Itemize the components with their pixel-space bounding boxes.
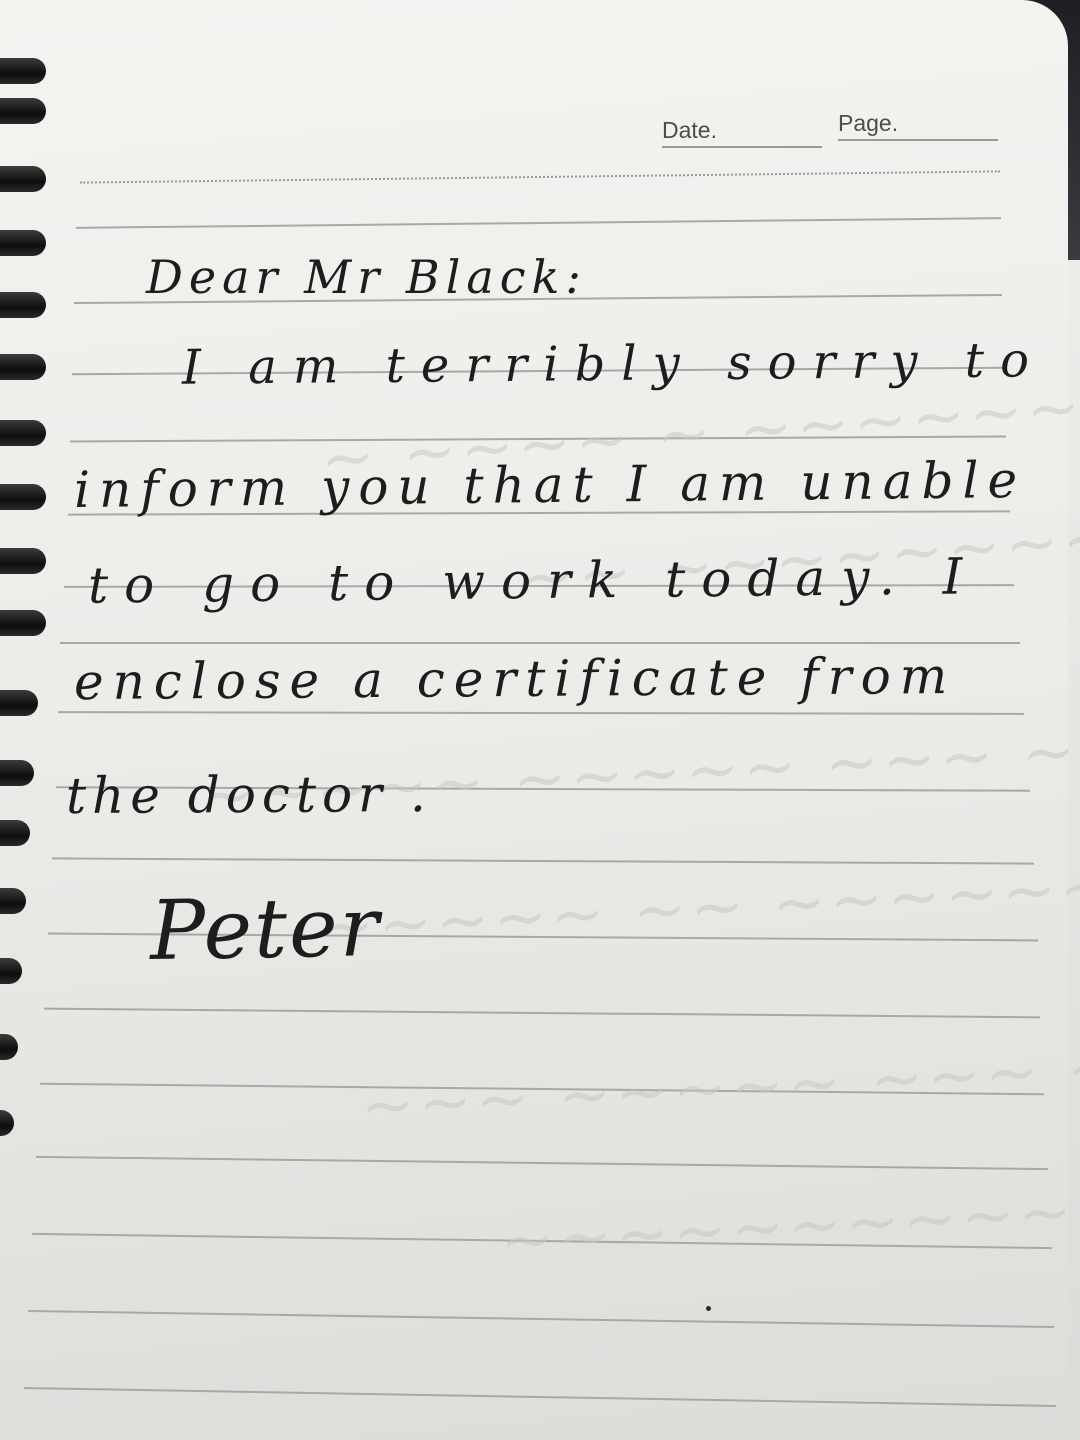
ruled-line — [44, 1007, 1040, 1019]
spiral-ring — [0, 888, 26, 914]
letter-line-1: I am terribly sorry to — [181, 332, 1046, 396]
spiral-ring — [0, 420, 46, 446]
ruled-line — [60, 642, 1020, 644]
page-label: Page. — [838, 110, 899, 136]
show-through-ink: ~~~ ~~~~~ ~~~ ~~~~~~~~ — [358, 1009, 1080, 1145]
spiral-ring — [0, 292, 46, 318]
spiral-ring — [0, 820, 30, 846]
spiral-ring — [0, 760, 34, 786]
spiral-ring — [0, 58, 46, 84]
spiral-ring — [0, 166, 46, 192]
date-label: Date. — [662, 117, 717, 143]
ruled-line — [28, 1309, 1054, 1329]
show-through-ink: ~~~~~~~~~~ — [498, 1174, 1078, 1280]
spiral-ring — [0, 548, 46, 574]
spiral-ring — [0, 98, 46, 124]
spiral-ring — [0, 484, 46, 510]
ruled-line — [36, 1155, 1048, 1171]
letter-line-4: enclose a certificate from — [73, 646, 957, 712]
spiral-ring — [0, 354, 46, 380]
spiral-ring — [0, 230, 46, 256]
page-underline — [838, 139, 998, 141]
notebook-photo: Date. Page. ~ ~~~~ ~ ~~~~~~ ~~ ~~~~~~~~~… — [0, 0, 1080, 1440]
show-through-ink: ~~~~~ ~~ ~~~~~~ ~~~ ~~ — [318, 832, 1080, 966]
spiral-ring — [0, 610, 46, 636]
letter-line-5: the doctor . — [65, 765, 432, 825]
spiral-ring — [0, 690, 38, 716]
ruled-line — [76, 217, 1001, 229]
notebook-page: Date. Page. ~ ~~~~ ~ ~~~~~~ ~~ ~~~~~~~~~… — [0, 0, 1080, 1440]
letter-line-2: inform you that I am unable — [73, 451, 1027, 519]
top-rule — [80, 170, 1000, 184]
signature: Peter — [149, 879, 382, 980]
ruled-line — [57, 711, 1025, 715]
ruled-line — [24, 1386, 1056, 1408]
ink-speck — [706, 1306, 711, 1311]
salutation: Dear Mr Black: — [146, 250, 587, 304]
date-underline — [662, 146, 822, 148]
letter-line-3: to go to work today. I — [87, 547, 979, 615]
